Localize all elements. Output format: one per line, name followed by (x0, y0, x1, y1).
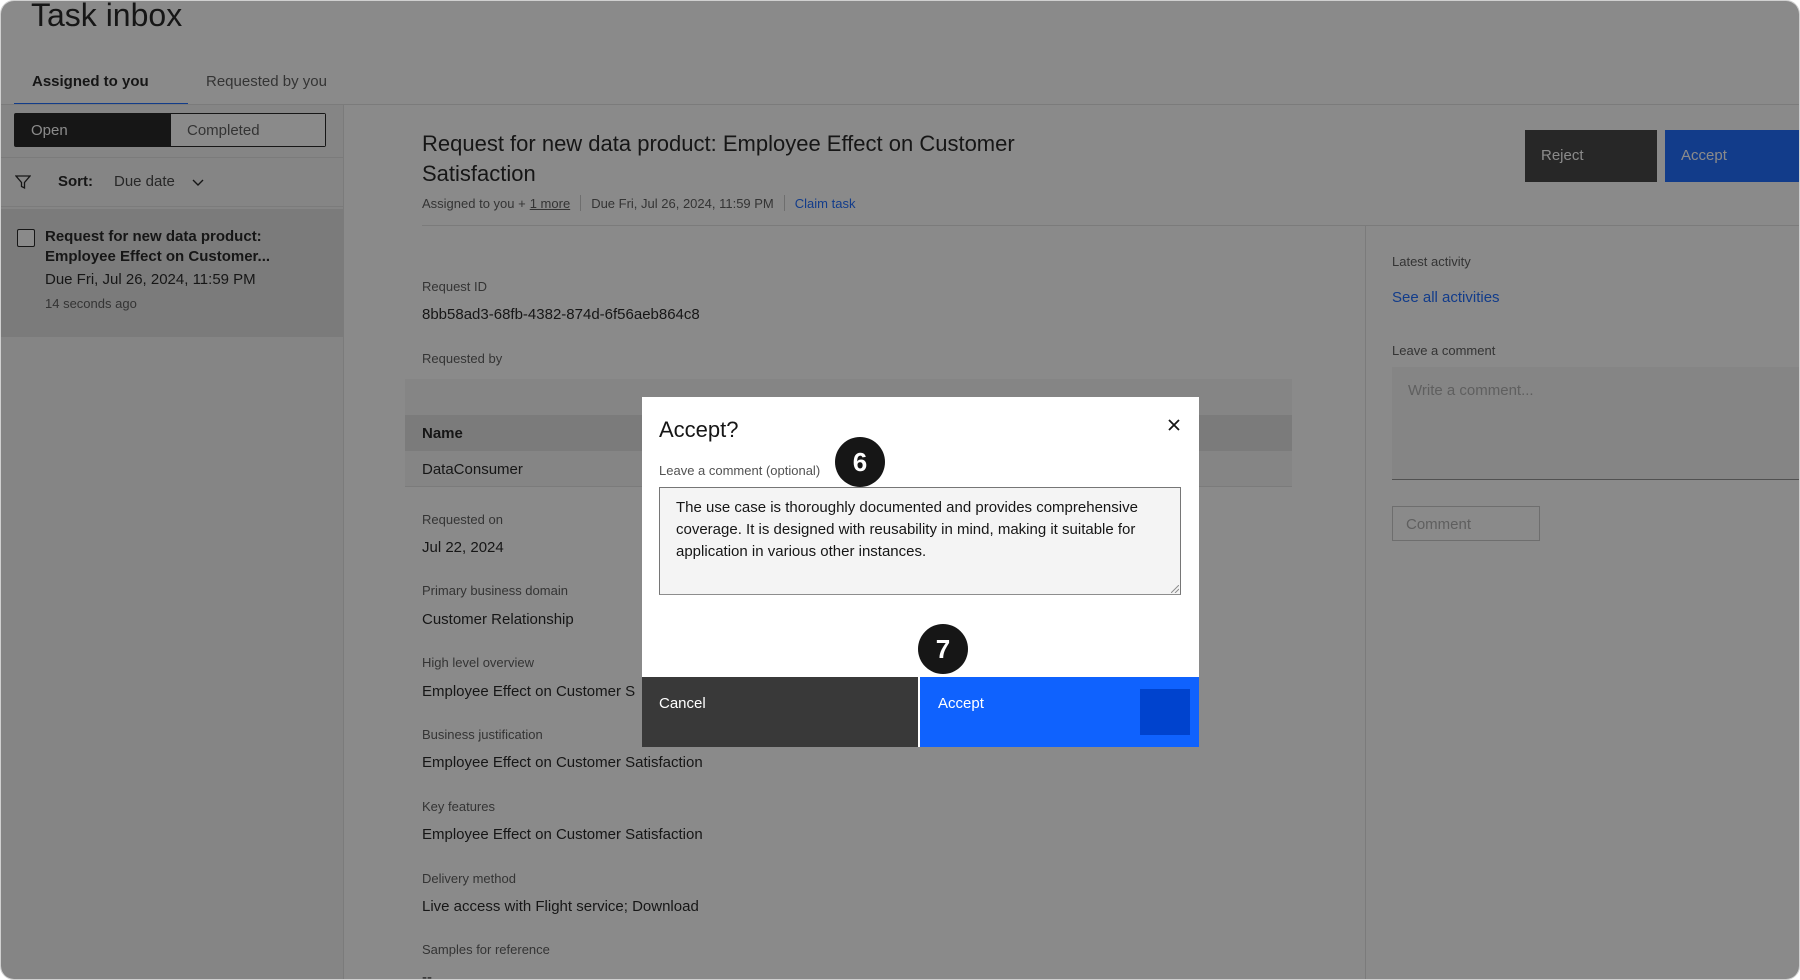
modal-comment-label: Leave a comment (optional) (659, 463, 821, 478)
step-callout-6: 6 (835, 437, 885, 487)
resize-handle-icon[interactable] (1171, 585, 1179, 593)
accept-modal: Accept? Leave a comment (optional) The u… (642, 397, 1199, 747)
focus-indicator (1140, 689, 1190, 735)
modal-cancel-button[interactable]: Cancel (642, 677, 918, 747)
step-callout-7: 7 (918, 624, 968, 674)
modal-accept-button[interactable]: Accept (920, 677, 1199, 747)
modal-accept-label: Accept (938, 695, 984, 712)
modal-title: Accept? (659, 417, 739, 442)
modal-comment-input[interactable]: The use case is thoroughly documented an… (659, 487, 1181, 595)
app-window: Task inbox Assigned to you Requested by … (0, 0, 1800, 980)
close-icon[interactable] (1162, 413, 1186, 437)
